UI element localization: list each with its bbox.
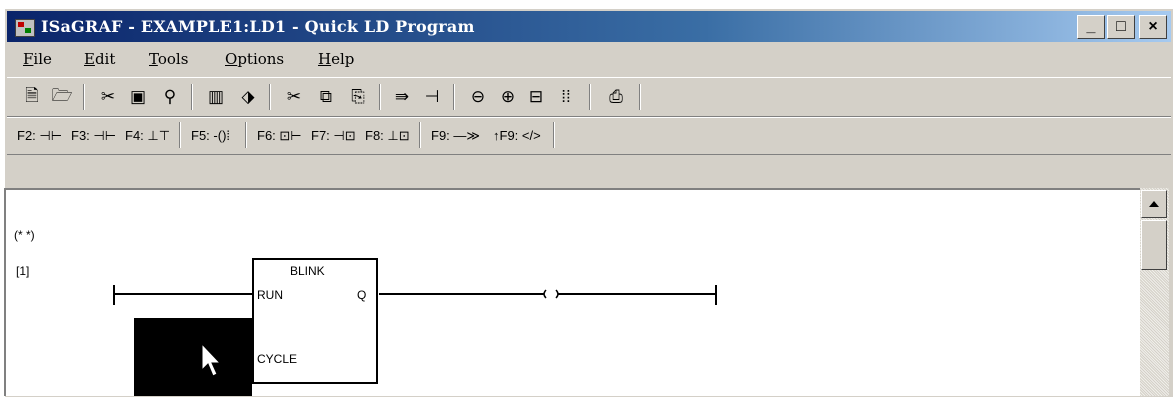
f8-block-button[interactable]: F8: ⊥⊡ <box>365 128 410 144</box>
f3-contact-button[interactable]: F3: ⊣⊢ <box>71 128 116 144</box>
contact-help-icon[interactable]: ⊣ <box>421 86 443 108</box>
selection-cursor[interactable] <box>134 318 252 396</box>
block-input-run: RUN <box>257 288 283 302</box>
grid-icon[interactable]: ⁞⁞ <box>555 86 577 108</box>
toolbar-separator <box>453 84 455 110</box>
menu-tools[interactable]: Tools <box>149 50 188 68</box>
search-icon[interactable]: ⚲ <box>159 86 181 108</box>
new-document-icon[interactable]: 🗎 <box>21 86 43 108</box>
menu-bar: File Edit Tools Options Help <box>7 45 1171 73</box>
scissors-icon[interactable]: ✂ <box>97 86 119 108</box>
maximize-icon: □ <box>1116 18 1126 35</box>
f4-contact-button[interactable]: F4: ⊥⊤ <box>125 128 170 144</box>
ld-editor[interactable]: (* *) [1] BLINK RUN Q CYCLE <box>4 188 1140 396</box>
paste-icon[interactable]: ⎘ <box>347 86 369 108</box>
close-icon: × <box>1148 18 1158 35</box>
block-output-q: Q <box>357 288 367 302</box>
toolbar-separator <box>83 84 85 110</box>
ld-toolbar: F2: ⊣⊢ F3: ⊣⊢ F4: ⊥⊤ F5: -()⁞ F6: ⊡⊢ F7:… <box>7 117 1171 155</box>
zoom-in-icon[interactable]: ⊕ <box>497 86 519 108</box>
toolbar-separator <box>269 84 271 110</box>
zoom-out-icon[interactable]: ⊖ <box>467 86 489 108</box>
scroll-up-button[interactable] <box>1141 190 1167 218</box>
toolbar-separator <box>639 84 641 110</box>
compile-icon[interactable]: ⬗ <box>237 86 259 108</box>
up-arrow-icon <box>1149 201 1159 207</box>
toolbar-separator <box>553 122 555 148</box>
minimize-button[interactable]: _ <box>1077 15 1105 39</box>
copy-icon[interactable]: ⧉ <box>315 86 337 108</box>
main-toolbar: 🗎 🗁 ✂ ▣ ⚲ ▥ ⬗ ✂ ⧉ ⎘ ⇛ ⊣ ⊖ ⊕ ⊟ ⁞⁞ ⎙ <box>7 77 1171 117</box>
f2-contact-button[interactable]: F2: ⊣⊢ <box>17 128 62 144</box>
f9-jump-button[interactable]: F9: —≫ <box>431 128 480 144</box>
monitor-icon[interactable]: ▣ <box>127 86 149 108</box>
toolbar-separator <box>191 84 193 110</box>
f7-block-button[interactable]: F7: ⊣⊡ <box>311 128 356 144</box>
coil-right-icon <box>555 289 559 299</box>
toolbar-separator <box>245 122 247 148</box>
menu-help[interactable]: Help <box>318 50 354 68</box>
window-title: ISaGRAF - EXAMPLE1:LD1 - Quick LD Progra… <box>41 17 475 36</box>
ladder-diagram <box>113 258 717 396</box>
toolbar-separator <box>419 122 421 148</box>
toolbar-separator <box>379 84 381 110</box>
toolbar-separator <box>179 122 181 148</box>
toolbar-separator <box>589 84 591 110</box>
cut-icon[interactable]: ✂ <box>283 86 305 108</box>
columns-icon[interactable]: ▥ <box>205 86 227 108</box>
minimize-icon: _ <box>1086 18 1096 35</box>
f6-block-button[interactable]: F6: ⊡⊢ <box>257 128 302 144</box>
close-button[interactable]: × <box>1139 15 1167 39</box>
scroll-thumb[interactable] <box>1141 220 1167 270</box>
coil-left-icon <box>543 289 547 299</box>
open-document-icon[interactable]: 🗁 <box>51 86 73 108</box>
vertical-scrollbar[interactable] <box>1140 188 1169 396</box>
block-input-cycle: CYCLE <box>257 352 298 366</box>
shift-f9-return-button[interactable]: ↑F9: </> <box>493 128 541 143</box>
app-icon[interactable] <box>15 19 35 37</box>
title-bar[interactable]: ISaGRAF - EXAMPLE1:LD1 - Quick LD Progra… <box>7 11 1171 42</box>
maximize-button[interactable]: □ <box>1107 15 1135 39</box>
menu-options[interactable]: Options <box>225 50 284 68</box>
fit-window-icon[interactable]: ⊟ <box>525 86 547 108</box>
print-icon[interactable]: ⎙ <box>605 86 627 108</box>
f5-coil-button[interactable]: F5: -()⁞ <box>191 128 230 143</box>
insert-icon[interactable]: ⇛ <box>391 86 413 108</box>
menu-file[interactable]: File <box>23 50 52 68</box>
menu-edit[interactable]: Edit <box>84 50 115 68</box>
block-name: BLINK <box>290 264 325 278</box>
